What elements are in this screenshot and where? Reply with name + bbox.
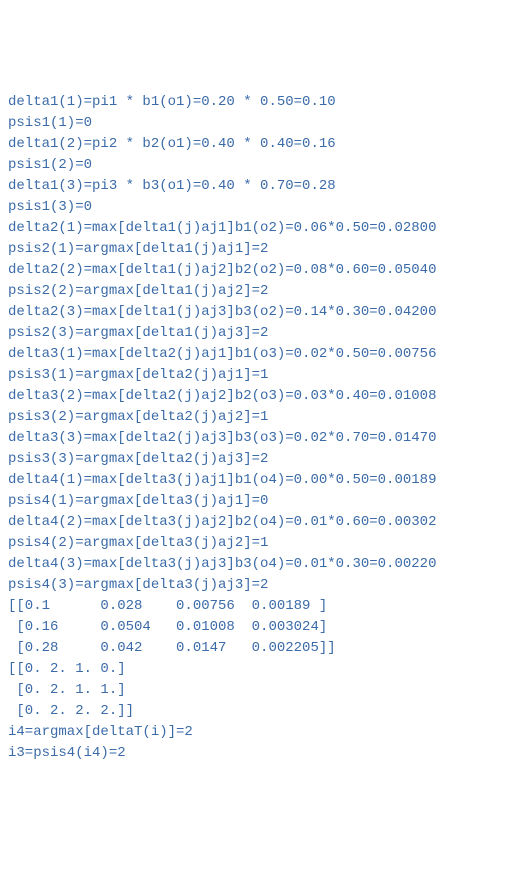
output-line: delta4(1)=max[delta3(j)aj1]b1(o4)=0.00*0… — [8, 470, 515, 491]
output-line: [0. 2. 2. 2.]] — [8, 701, 515, 722]
output-line: psis4(2)=argmax[delta3(j)aj2]=1 — [8, 533, 515, 554]
output-line: psis3(3)=argmax[delta2(j)aj3]=2 — [8, 449, 515, 470]
output-line: delta1(2)=pi2 * b2(o1)=0.40 * 0.40=0.16 — [8, 134, 515, 155]
output-line: [[0. 2. 1. 0.] — [8, 659, 515, 680]
output-line: psis2(2)=argmax[delta1(j)aj2]=2 — [8, 281, 515, 302]
output-line: psis1(1)=0 — [8, 113, 515, 134]
output-line: [0.16 0.0504 0.01008 0.003024] — [8, 617, 515, 638]
output-line: psis1(2)=0 — [8, 155, 515, 176]
output-line: psis1(3)=0 — [8, 197, 515, 218]
output-line: delta4(3)=max[delta3(j)aj3]b3(o4)=0.01*0… — [8, 554, 515, 575]
output-line: delta4(2)=max[delta3(j)aj2]b2(o4)=0.01*0… — [8, 512, 515, 533]
output-block: delta1(1)=pi1 * b1(o1)=0.20 * 0.50=0.10p… — [8, 92, 515, 764]
output-line: [[0.1 0.028 0.00756 0.00189 ] — [8, 596, 515, 617]
output-line: delta2(1)=max[delta1(j)aj1]b1(o2)=0.06*0… — [8, 218, 515, 239]
output-line: psis2(1)=argmax[delta1(j)aj1]=2 — [8, 239, 515, 260]
output-line: i4=argmax[deltaT(i)]=2 — [8, 722, 515, 743]
output-line: delta1(3)=pi3 * b3(o1)=0.40 * 0.70=0.28 — [8, 176, 515, 197]
output-line: [0. 2. 1. 1.] — [8, 680, 515, 701]
output-line: delta2(2)=max[delta1(j)aj2]b2(o2)=0.08*0… — [8, 260, 515, 281]
output-line: psis4(1)=argmax[delta3(j)aj1]=0 — [8, 491, 515, 512]
output-line: delta3(2)=max[delta2(j)aj2]b2(o3)=0.03*0… — [8, 386, 515, 407]
output-line: psis2(3)=argmax[delta1(j)aj3]=2 — [8, 323, 515, 344]
output-line: [0.28 0.042 0.0147 0.002205]] — [8, 638, 515, 659]
output-line: delta1(1)=pi1 * b1(o1)=0.20 * 0.50=0.10 — [8, 92, 515, 113]
output-line: delta3(3)=max[delta2(j)aj3]b3(o3)=0.02*0… — [8, 428, 515, 449]
output-line: psis3(2)=argmax[delta2(j)aj2]=1 — [8, 407, 515, 428]
output-line: i3=psis4(i4)=2 — [8, 743, 515, 764]
output-line: psis3(1)=argmax[delta2(j)aj1]=1 — [8, 365, 515, 386]
output-line: delta3(1)=max[delta2(j)aj1]b1(o3)=0.02*0… — [8, 344, 515, 365]
output-line: psis4(3)=argmax[delta3(j)aj3]=2 — [8, 575, 515, 596]
output-line: delta2(3)=max[delta1(j)aj3]b3(o2)=0.14*0… — [8, 302, 515, 323]
